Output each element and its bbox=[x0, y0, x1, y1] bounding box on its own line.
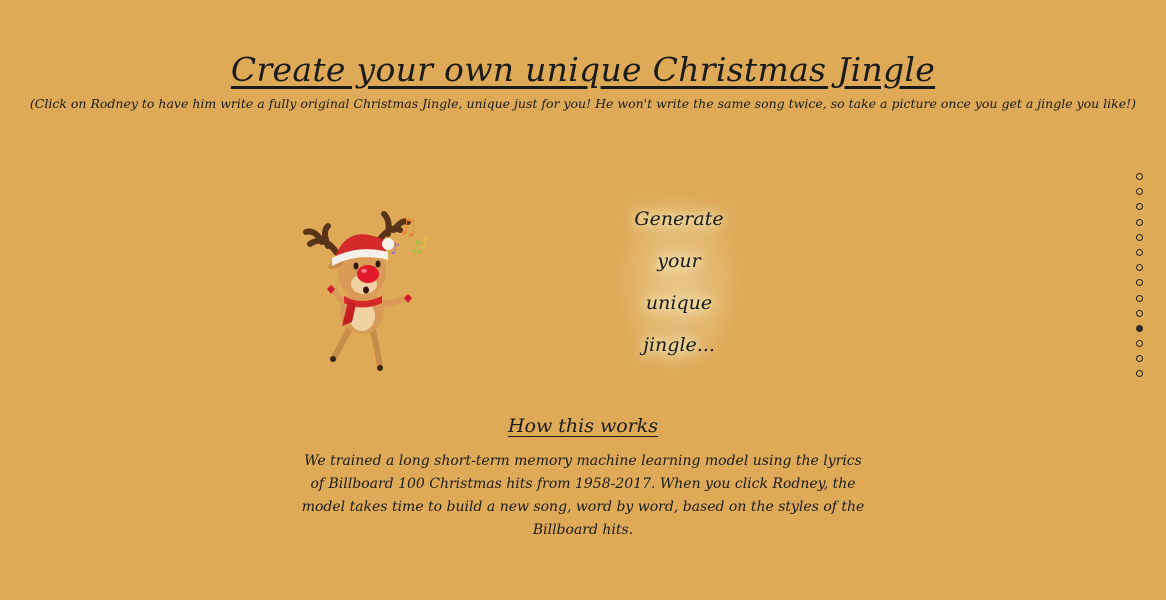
svg-text:♪: ♪ bbox=[390, 239, 400, 258]
page-dot[interactable] bbox=[1136, 188, 1143, 196]
reindeer-icon: ♫ ♪ ♫ ♪ bbox=[303, 211, 429, 371]
how-it-works-text: We trained a long short-term memory mach… bbox=[301, 453, 865, 538]
page-dot[interactable] bbox=[1136, 355, 1143, 363]
page-dot[interactable] bbox=[1136, 309, 1143, 317]
page-dot[interactable] bbox=[1136, 248, 1143, 256]
page-dot[interactable] bbox=[1136, 324, 1143, 332]
generate-line-4: jingle... bbox=[643, 334, 715, 356]
page-title: Create your own unique Christmas Jingle bbox=[230, 50, 936, 89]
page-dot[interactable] bbox=[1136, 340, 1143, 348]
page-dot[interactable] bbox=[1136, 203, 1143, 211]
rodney-reindeer-button[interactable]: ♫ ♪ ♫ ♪ bbox=[298, 200, 448, 380]
page-dot[interactable] bbox=[1136, 294, 1143, 302]
page-dot[interactable] bbox=[1136, 233, 1143, 241]
generate-line-2: your bbox=[657, 250, 701, 272]
svg-text:♪: ♪ bbox=[420, 236, 429, 252]
generate-line-3: unique bbox=[645, 292, 713, 314]
page-dot[interactable] bbox=[1136, 279, 1143, 287]
page-dot[interactable] bbox=[1136, 173, 1143, 180]
generate-jingle-button[interactable]: Generate your unique jingle... bbox=[620, 196, 738, 368]
page-navigation-dots bbox=[1136, 173, 1143, 378]
page-dot[interactable] bbox=[1136, 264, 1143, 272]
how-it-works-heading: How this works bbox=[507, 415, 659, 437]
page-dot[interactable] bbox=[1136, 218, 1143, 226]
generate-line-1: Generate bbox=[634, 208, 724, 230]
page-dot[interactable] bbox=[1136, 370, 1143, 378]
page-subtitle: (Click on Rodney to have him write a ful… bbox=[29, 96, 1137, 111]
